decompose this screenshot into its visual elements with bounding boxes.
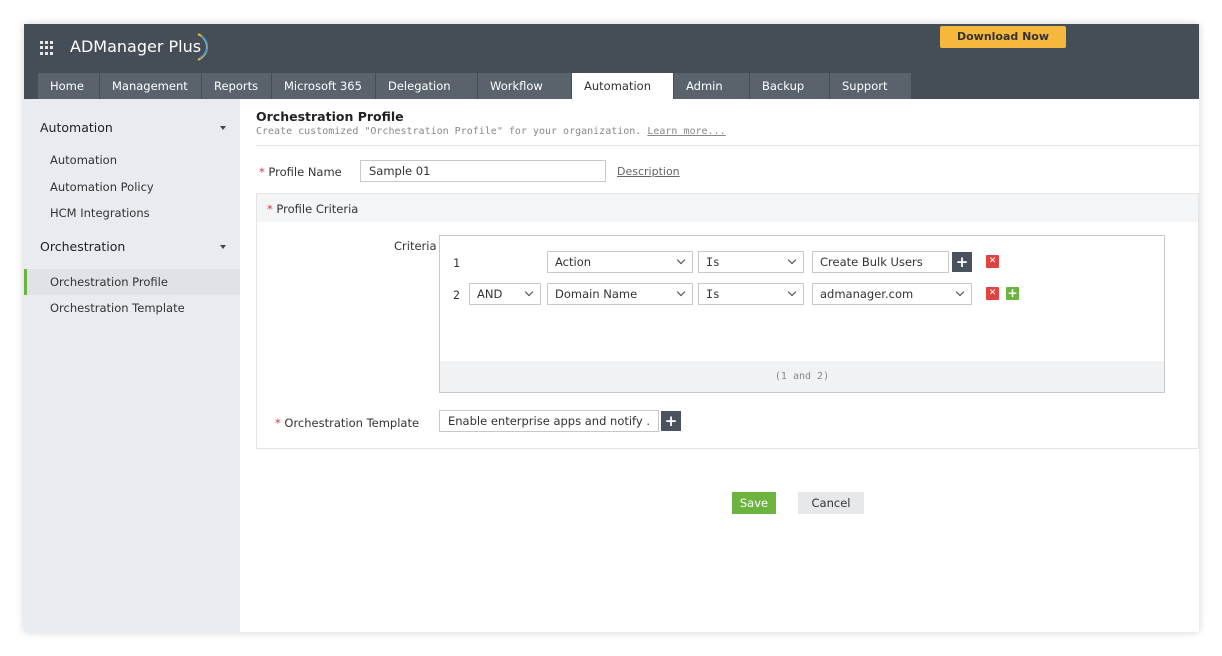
orchestration-template-label: * Orchestration Template — [275, 416, 419, 430]
criteria-value-field[interactable]: Create Bulk Users — [812, 251, 949, 273]
profile-criteria-section: * Profile Criteria Criteria 1 Action Is … — [256, 193, 1199, 449]
sidebar-item-orchestration-profile[interactable]: Orchestration Profile — [24, 269, 240, 295]
criteria-operator-select[interactable]: Is — [698, 283, 804, 305]
orchestration-template-label-text: Orchestration Template — [284, 416, 420, 430]
sidebar-item-automation[interactable]: Automation — [24, 147, 240, 173]
profile-name-label: * Profile Name — [259, 165, 342, 179]
main-content: Orchestration Profile Create customized … — [240, 99, 1199, 632]
criteria-row-number: 1 — [453, 256, 460, 270]
profile-name-label-text: Profile Name — [268, 165, 342, 179]
profile-name-input[interactable]: Sample 01 — [360, 160, 606, 182]
page-title: Orchestration Profile — [256, 109, 404, 124]
criteria-field-value: Action — [555, 255, 592, 269]
criteria-row-number: 2 — [453, 288, 460, 302]
page-subtitle-text: Create customized "Orchestration Profile… — [256, 126, 642, 137]
save-button[interactable]: Save — [732, 492, 776, 514]
chevron-down-icon — [672, 284, 692, 304]
required-asterisk: * — [267, 202, 273, 216]
description-link[interactable]: Description — [617, 165, 680, 178]
tab-microsoft-365[interactable]: Microsoft 365 — [272, 73, 376, 99]
criteria-operator-value: Is — [706, 287, 720, 301]
criteria-operator-select[interactable]: Is — [698, 251, 804, 273]
profile-criteria-label: * Profile Criteria — [267, 202, 358, 216]
criteria-field-select[interactable]: Domain Name — [547, 283, 693, 305]
required-asterisk: * — [259, 165, 265, 179]
criteria-field-value: Domain Name — [555, 287, 638, 301]
criteria-expression: (1 and 2) — [440, 361, 1164, 392]
top-bar: ADManager Plus Download Now — [24, 24, 1199, 73]
profile-criteria-header: * Profile Criteria — [257, 194, 1198, 222]
tab-admin[interactable]: Admin — [674, 73, 750, 99]
delete-criteria-icon[interactable]: ✕ — [986, 287, 999, 300]
sidebar-header-orchestration[interactable]: Orchestration — [40, 239, 125, 254]
profile-criteria-label-text: Profile Criteria — [276, 202, 359, 216]
caret-down-icon[interactable] — [220, 245, 226, 249]
criteria-operator-value: Is — [706, 255, 720, 269]
chevron-down-icon — [520, 284, 540, 304]
sidebar-item-automation-policy[interactable]: Automation Policy — [24, 174, 240, 200]
chevron-down-icon — [951, 284, 971, 304]
sidebar-header-automation[interactable]: Automation — [40, 120, 113, 135]
app-grid-icon[interactable] — [40, 41, 54, 55]
delete-criteria-icon[interactable]: ✕ — [986, 255, 999, 268]
learn-more-link[interactable]: Learn more... — [647, 126, 725, 137]
tab-home[interactable]: Home — [38, 73, 100, 99]
tab-workflow[interactable]: Workflow — [478, 73, 572, 99]
criteria-conjunction-select[interactable]: AND — [469, 283, 541, 305]
criteria-builder: 1 Action Is Create Bulk Users + ✕ 2 AND — [439, 235, 1165, 393]
main-tabs: Home Management Reports Microsoft 365 De… — [38, 73, 912, 99]
chevron-down-icon — [783, 284, 803, 304]
caret-down-icon[interactable] — [220, 126, 226, 130]
page-subtitle: Create customized "Orchestration Profile… — [256, 126, 726, 137]
sidebar-item-orchestration-template[interactable]: Orchestration Template — [24, 295, 240, 321]
tab-backup[interactable]: Backup — [750, 73, 830, 99]
sidebar: Automation Automation Automation Policy … — [24, 99, 240, 632]
tab-automation[interactable]: Automation — [572, 73, 674, 99]
add-template-button[interactable]: + — [661, 411, 681, 431]
chevron-down-icon — [672, 252, 692, 272]
cancel-button[interactable]: Cancel — [798, 492, 864, 514]
orchestration-template-field[interactable]: Enable enterprise apps and notify . — [439, 410, 659, 432]
chevron-down-icon — [783, 252, 803, 272]
criteria-conjunction-value: AND — [477, 287, 503, 301]
tab-delegation[interactable]: Delegation — [376, 73, 478, 99]
add-value-button[interactable]: + — [952, 252, 972, 272]
criteria-label: Criteria — [394, 239, 437, 253]
tab-reports[interactable]: Reports — [202, 73, 272, 99]
tab-management[interactable]: Management — [100, 73, 202, 99]
add-criteria-icon[interactable]: + — [1006, 287, 1019, 300]
download-now-button[interactable]: Download Now — [940, 26, 1066, 48]
app-window: ADManager Plus Download Now Home Managem… — [24, 24, 1199, 632]
criteria-value-select[interactable]: admanager.com — [812, 283, 972, 305]
required-asterisk: * — [275, 416, 281, 430]
brand-logo-text: ADManager Plus — [70, 37, 202, 56]
criteria-field-select[interactable]: Action — [547, 251, 693, 273]
divider — [256, 145, 1199, 146]
sidebar-item-hcm-integrations[interactable]: HCM Integrations — [24, 200, 240, 226]
brand-swoosh-icon — [197, 33, 208, 61]
criteria-value-text: admanager.com — [820, 287, 914, 301]
tab-support[interactable]: Support — [830, 73, 912, 99]
